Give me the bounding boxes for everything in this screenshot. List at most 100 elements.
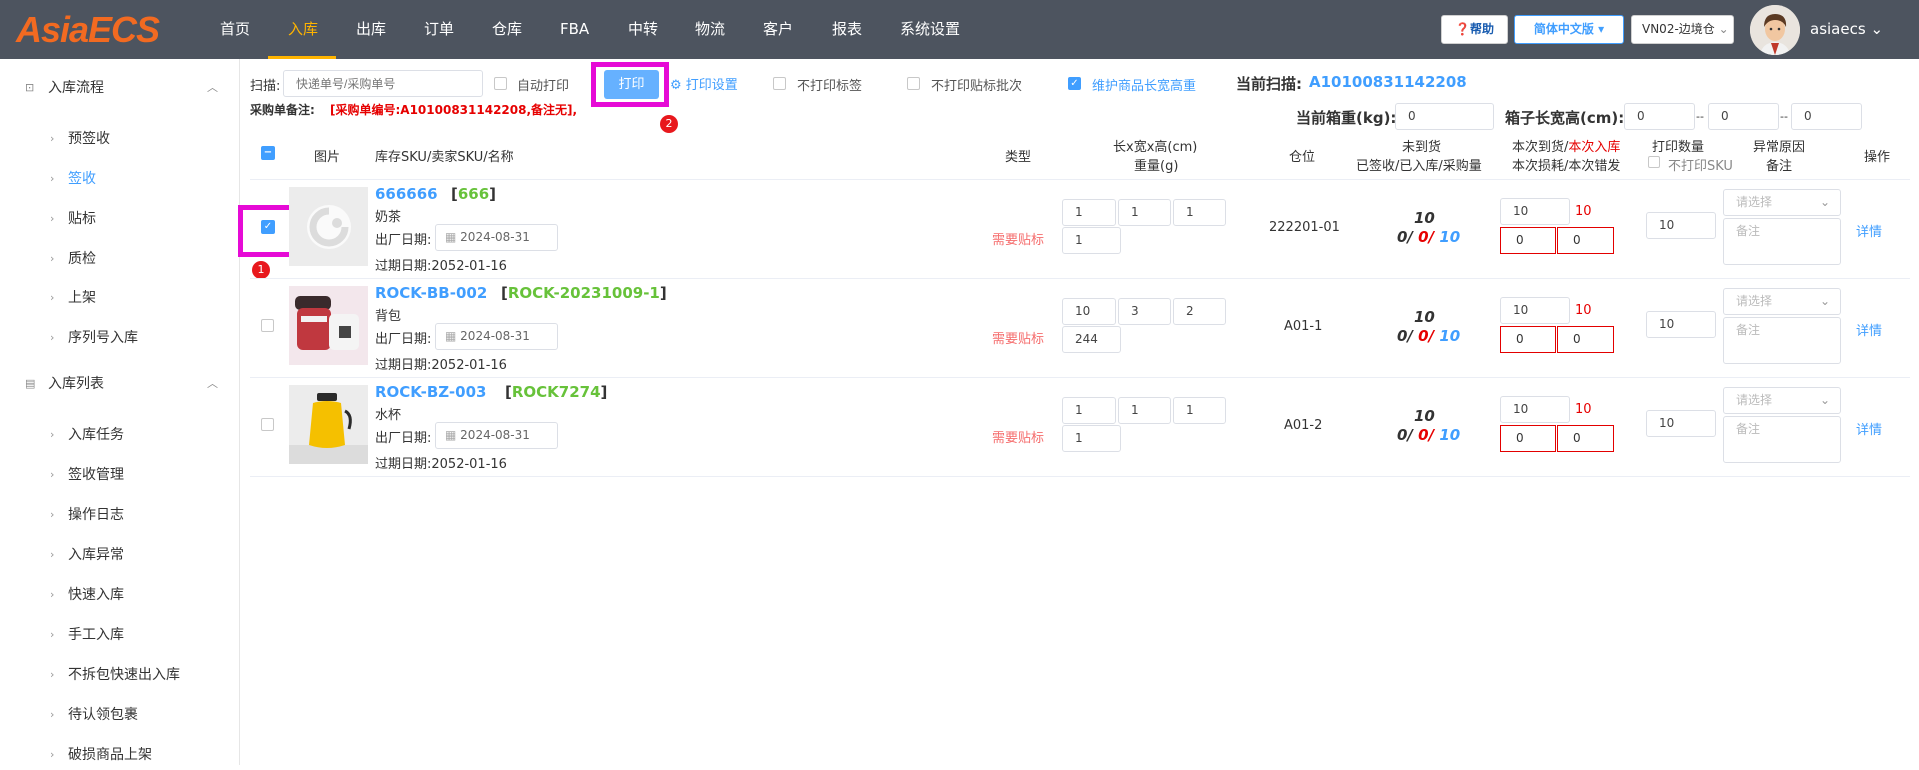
length-input[interactable]: 1 xyxy=(1062,397,1116,424)
no-print-batch-label: 不打印贴标批次 xyxy=(931,79,1023,94)
detail-link[interactable]: 详情 xyxy=(1856,320,1882,339)
signed-stocked-purchase: 0/ 0/ 10 xyxy=(1397,327,1461,345)
nav-system-settings[interactable]: 系统设置 xyxy=(900,0,960,59)
nav-customers[interactable]: 客户 xyxy=(763,0,793,59)
arrival-input[interactable]: 10 xyxy=(1500,396,1570,423)
row-checkbox[interactable] xyxy=(261,418,274,431)
weight-input[interactable]: 1 xyxy=(1062,227,1121,254)
length-input[interactable]: 10 xyxy=(1062,298,1116,325)
print-settings-link[interactable]: ⚙ 打印设置 xyxy=(670,74,738,93)
sidebar-item-damaged-shelving[interactable]: › 破损商品上架 xyxy=(0,740,239,770)
no-print-sku-checkbox[interactable] xyxy=(1648,156,1660,168)
help-button[interactable]: ❓帮助 xyxy=(1441,15,1508,44)
sidebar: ⊡ 入库流程 ︿ › 预签收 › 签收 › 贴标 › 质检 › 上架 › 序列号入库 ▤ 入… xyxy=(0,59,240,765)
height-input[interactable]: 2 xyxy=(1173,298,1226,325)
no-print-batch-checkbox[interactable] xyxy=(907,77,920,90)
sidebar-item-label[interactable]: › 贴标 xyxy=(0,204,239,234)
abnormal-reason-select[interactable]: 请选择 ⌄ xyxy=(1723,288,1841,315)
remark-textarea[interactable]: 备注 xyxy=(1723,416,1841,463)
weight-input[interactable]: 1 xyxy=(1062,425,1121,452)
nav-inbound[interactable]: 入库 xyxy=(288,0,318,59)
nav-reports[interactable]: 报表 xyxy=(832,0,862,59)
nav-transfer[interactable]: 中转 xyxy=(628,0,658,59)
box-length-input[interactable]: 0 xyxy=(1624,103,1695,130)
loss-input[interactable]: 0 xyxy=(1500,326,1556,353)
sku-link[interactable]: 666666 xyxy=(375,185,438,203)
sidebar-item-manual-inbound[interactable]: › 手工入库 xyxy=(0,620,239,650)
maintain-dims-checkbox[interactable]: ✓ xyxy=(1068,77,1081,90)
sidebar-item-unpacked-quick-io[interactable]: › 不拆包快速出入库 xyxy=(0,660,239,690)
nav-orders[interactable]: 订单 xyxy=(424,0,454,59)
nav-warehouse[interactable]: 仓库 xyxy=(492,0,522,59)
box-width-input[interactable]: 0 xyxy=(1708,103,1779,130)
row-checkbox[interactable]: ✓ xyxy=(261,220,275,234)
weight-input[interactable]: 244 xyxy=(1062,326,1121,353)
sidebar-item-sign[interactable]: › 签收 xyxy=(0,164,239,194)
print-button[interactable]: 打印 xyxy=(604,70,659,99)
print-qty-input[interactable]: 10 xyxy=(1646,410,1716,437)
sidebar-item-quick-inbound[interactable]: › 快速入库 xyxy=(0,580,239,610)
sidebar-group-inbound-flow[interactable]: ⊡ 入库流程 ︿ xyxy=(0,72,239,104)
arrival-input[interactable]: 10 xyxy=(1500,297,1570,324)
abnormal-reason-select[interactable]: 请选择 ⌄ xyxy=(1723,189,1841,216)
wrong-ship-input[interactable]: 0 xyxy=(1557,425,1614,452)
box-weight-input[interactable]: 0 xyxy=(1395,103,1494,130)
width-input[interactable]: 1 xyxy=(1118,397,1171,424)
header-image: 图片 xyxy=(314,150,341,165)
height-input[interactable]: 1 xyxy=(1173,397,1226,424)
avatar[interactable] xyxy=(1750,5,1800,55)
length-input[interactable]: 1 xyxy=(1062,199,1116,226)
wrong-ship-input[interactable]: 0 xyxy=(1557,326,1614,353)
sidebar-item-pre-receive[interactable]: › 预签收 xyxy=(0,124,239,154)
sidebar-item-shelve[interactable]: › 上架 xyxy=(0,283,239,313)
sidebar-item-inbound-exceptions[interactable]: › 入库异常 xyxy=(0,540,239,570)
po-note-label: 采购单备注: xyxy=(250,103,315,117)
detail-link[interactable]: 详情 xyxy=(1856,221,1882,240)
nav-home[interactable]: 首页 xyxy=(220,0,250,59)
width-input[interactable]: 1 xyxy=(1118,199,1171,226)
nav-fba[interactable]: FBA xyxy=(560,0,589,59)
language-select[interactable]: 简体中文版 ▾ xyxy=(1514,15,1624,44)
sidebar-item-unclaimed-packages[interactable]: › 待认领包裹 xyxy=(0,700,239,730)
no-print-label-checkbox[interactable] xyxy=(773,77,786,90)
no-print-label-label: 不打印标签 xyxy=(797,79,863,94)
user-menu[interactable]: asiaecs ⌄ xyxy=(1810,0,1883,59)
chevron-down-icon: ⌄ xyxy=(1718,22,1729,36)
sidebar-group-inbound-list[interactable]: ▤ 入库列表 ︿ xyxy=(0,368,239,400)
remark-textarea[interactable]: 备注 xyxy=(1723,218,1841,265)
detail-link[interactable]: 详情 xyxy=(1856,419,1882,438)
sidebar-item-serial-inbound[interactable]: › 序列号入库 xyxy=(0,323,239,353)
auto-print-checkbox[interactable] xyxy=(494,77,507,90)
row-checkbox[interactable] xyxy=(261,319,274,332)
height-input[interactable]: 1 xyxy=(1173,199,1226,226)
nav-logistics[interactable]: 物流 xyxy=(695,0,725,59)
print-qty-input[interactable]: 10 xyxy=(1646,212,1716,239)
product-image xyxy=(289,385,368,464)
width-input[interactable]: 3 xyxy=(1118,298,1171,325)
product-name: 背包 xyxy=(375,309,402,324)
box-height-input[interactable]: 0 xyxy=(1791,103,1862,130)
loss-input[interactable]: 0 xyxy=(1500,425,1556,452)
select-all-checkbox[interactable]: − xyxy=(261,146,275,160)
header-signed: 已签收/已入库/采购量 xyxy=(1356,159,1482,174)
sku-link[interactable]: ROCK-BZ-003 xyxy=(375,383,486,401)
warehouse-select[interactable]: VN02-边境仓 ⌄ xyxy=(1631,15,1734,44)
header-this-arrival: 本次到货/本次入库 xyxy=(1512,140,1621,155)
remark-textarea[interactable]: 备注 xyxy=(1723,317,1841,364)
arrival-input[interactable]: 10 xyxy=(1500,198,1570,225)
sidebar-item-qc[interactable]: › 质检 xyxy=(0,244,239,274)
loss-input[interactable]: 0 xyxy=(1500,227,1556,254)
scan-input[interactable] xyxy=(283,70,483,97)
sku-link[interactable]: ROCK-BB-002 xyxy=(375,284,487,302)
mfg-date-input[interactable]: ▦ 2024-08-31 xyxy=(435,422,558,449)
wrong-ship-input[interactable]: 0 xyxy=(1557,227,1614,254)
sidebar-item-inbound-tasks[interactable]: › 入库任务 xyxy=(0,420,239,450)
mfg-date-input[interactable]: ▦ 2024-08-31 xyxy=(435,323,558,350)
print-qty-input[interactable]: 10 xyxy=(1646,311,1716,338)
mfg-date-input[interactable]: ▦ 2024-08-31 xyxy=(435,224,558,251)
abnormal-reason-select[interactable]: 请选择 ⌄ xyxy=(1723,387,1841,414)
nav-outbound[interactable]: 出库 xyxy=(356,0,386,59)
sidebar-item-operation-log[interactable]: › 操作日志 xyxy=(0,500,239,530)
cup-product-photo xyxy=(289,385,368,464)
sidebar-item-sign-management[interactable]: › 签收管理 xyxy=(0,460,239,490)
